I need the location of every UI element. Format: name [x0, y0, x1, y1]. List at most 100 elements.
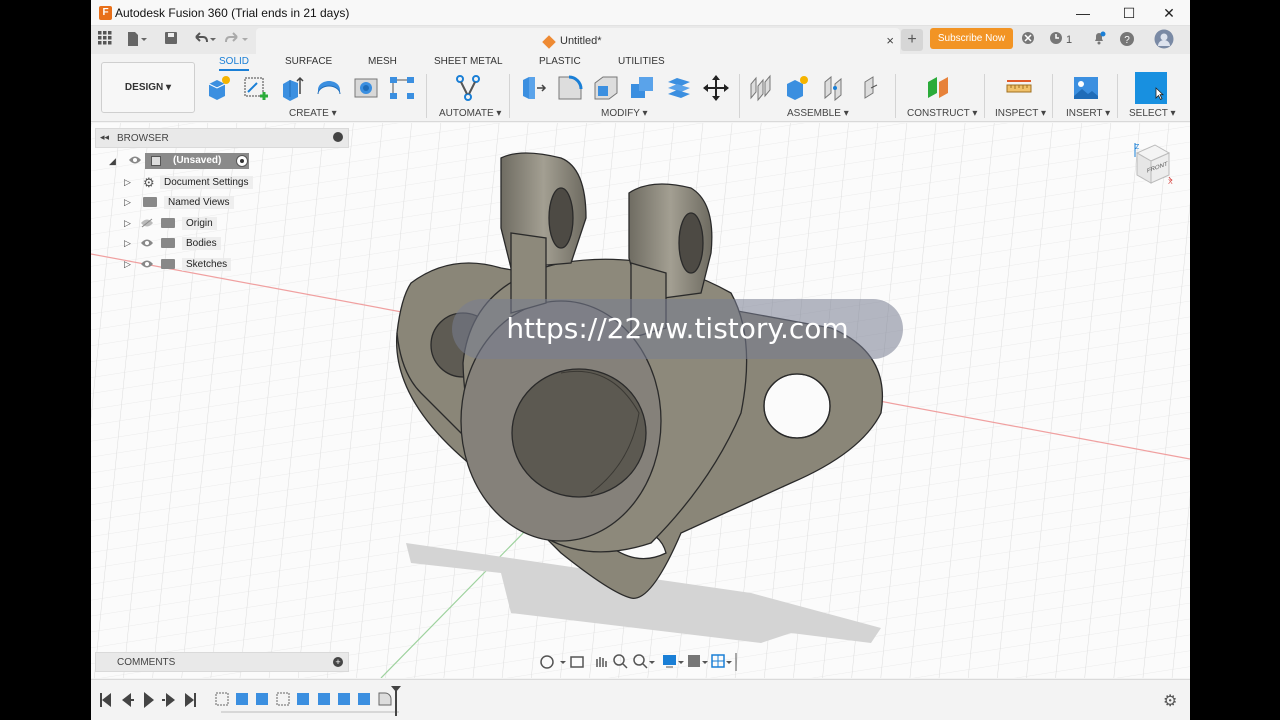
new-tab-button[interactable]: +	[901, 29, 923, 51]
file-menu-icon[interactable]	[125, 31, 149, 49]
grid-settings-icon	[711, 653, 737, 671]
activate-radio-icon[interactable]	[236, 155, 248, 167]
new-component-assemble-icon[interactable]	[784, 74, 812, 102]
browser-minimize-icon[interactable]	[333, 132, 343, 142]
separator	[895, 74, 896, 118]
gear-icon: ⚙	[143, 175, 155, 190]
as-built-joint-icon[interactable]	[821, 74, 849, 102]
construct-menu[interactable]: CONSTRUCT ▾	[907, 108, 977, 119]
subscribe-button[interactable]: Subscribe Now	[930, 28, 1013, 49]
visibility-eye-icon[interactable]	[128, 155, 142, 168]
viewcube[interactable]: Z FRONT X	[1131, 141, 1173, 189]
inspect-menu[interactable]: INSPECT ▾	[995, 108, 1046, 119]
insert-menu[interactable]: INSERT ▾	[1066, 108, 1110, 119]
browser-item-bodies[interactable]: ▷ Bodies	[124, 235, 224, 253]
browser-item-sketches[interactable]: ▷ Sketches	[124, 256, 234, 274]
comments-title: COMMENTS	[117, 657, 176, 668]
browser-root-row[interactable]: ◢ (Unsaved)	[109, 153, 249, 171]
insert-image-icon[interactable]	[1072, 74, 1100, 102]
app-grid-icon[interactable]	[97, 31, 113, 49]
tab-plastic[interactable]: PLASTIC	[539, 56, 581, 67]
window-title: Autodesk Fusion 360 (Trial ends in 21 da…	[115, 6, 350, 20]
notifications-icon[interactable]	[1091, 31, 1107, 49]
automate-menu[interactable]: AUTOMATE ▾	[439, 108, 501, 119]
offset-face-icon[interactable]	[665, 74, 693, 102]
timeline-feature-extrude-3	[297, 693, 309, 705]
fillet-icon[interactable]	[556, 74, 584, 102]
browser-item-origin[interactable]: ▷ Origin	[124, 215, 224, 233]
visibility-eye-icon[interactable]	[140, 238, 154, 251]
expand-triangle-icon[interactable]: ▷	[124, 177, 131, 188]
automate-icon[interactable]	[454, 74, 482, 102]
tab-sheet-metal[interactable]: SHEET METAL	[434, 56, 503, 67]
browser-panel-header[interactable]: ◂◂ BROWSER	[95, 128, 349, 148]
add-comment-icon[interactable]: +	[333, 657, 343, 667]
hole-icon[interactable]	[352, 74, 380, 102]
collapse-triangle-icon[interactable]: ◢	[109, 156, 116, 167]
expand-triangle-icon[interactable]: ▷	[124, 259, 131, 270]
tab-utilities[interactable]: UTILITIES	[618, 56, 665, 67]
timeline-feature-sketch-1	[215, 692, 229, 706]
extrude-icon[interactable]	[279, 74, 307, 102]
expand-triangle-icon[interactable]: ▷	[124, 197, 131, 208]
document-title: Untitled*	[560, 35, 602, 47]
document-tab[interactable]: Untitled* ×	[256, 28, 900, 54]
timeline-settings-gear-icon[interactable]: ⚙	[1163, 691, 1177, 711]
tab-mesh[interactable]: MESH	[368, 56, 397, 67]
expand-triangle-icon[interactable]: ▷	[124, 218, 131, 229]
timeline-feature-sketch-2	[276, 692, 290, 706]
close-window-button[interactable]: ✕	[1147, 0, 1190, 26]
comments-panel-header[interactable]: COMMENTS +	[95, 652, 349, 672]
watermark-overlay: https://22ww.tistory.com	[452, 299, 903, 359]
combine-icon[interactable]	[629, 74, 657, 102]
select-menu[interactable]: SELECT ▾	[1129, 108, 1176, 119]
undo-icon[interactable]	[191, 31, 217, 49]
browser-item-named-views[interactable]: ▷ Named Views	[124, 194, 234, 212]
redo-icon[interactable]	[223, 31, 249, 49]
collapse-panel-icon[interactable]: ◂◂	[100, 132, 109, 143]
user-avatar[interactable]	[1153, 29, 1175, 49]
workspace-switcher[interactable]: DESIGN ▾	[101, 62, 195, 113]
viewcube-x-label: X	[1168, 179, 1173, 186]
hidden-eye-icon[interactable]	[140, 218, 154, 231]
create-menu[interactable]: CREATE ▾	[289, 108, 337, 119]
browser-item-document-settings[interactable]: ▷ ⚙ Document Settings	[124, 174, 254, 192]
select-icon[interactable]	[1135, 72, 1167, 104]
modify-menu[interactable]: MODIFY ▾	[601, 108, 648, 119]
create-sketch-icon[interactable]	[242, 74, 270, 102]
browser-item-label: Named Views	[164, 196, 234, 209]
zoom-icon	[613, 654, 628, 669]
maximize-button[interactable]: ☐	[1107, 0, 1151, 26]
assemble-menu[interactable]: ASSEMBLE ▾	[787, 108, 849, 119]
timeline-feature-extrude-5	[338, 693, 350, 705]
revolve-icon[interactable]	[315, 74, 343, 102]
new-component-icon[interactable]	[206, 74, 234, 102]
rigid-group-icon[interactable]	[857, 74, 885, 102]
press-pull-icon[interactable]	[519, 74, 547, 102]
shell-icon[interactable]	[592, 74, 620, 102]
expand-triangle-icon[interactable]: ▷	[124, 238, 131, 249]
visual-style-icon	[688, 655, 708, 667]
job-status-icon[interactable]	[1049, 31, 1063, 49]
separator	[509, 74, 510, 118]
measure-icon[interactable]	[1005, 74, 1033, 102]
visibility-eye-icon[interactable]	[140, 259, 154, 272]
fusion-window: F Autodesk Fusion 360 (Trial ends in 21 …	[91, 0, 1190, 720]
separator	[1052, 74, 1053, 118]
close-tab-icon[interactable]: ×	[886, 33, 894, 48]
browser-title: BROWSER	[117, 133, 169, 144]
tab-solid[interactable]: SOLID	[219, 56, 250, 71]
offset-plane-icon[interactable]	[925, 74, 953, 102]
save-icon[interactable]	[163, 31, 179, 49]
timeline-feature-extrude-6	[358, 693, 370, 705]
pattern-icon[interactable]	[388, 74, 416, 102]
joint-icon[interactable]	[748, 74, 776, 102]
timeline-feature-extrude-4	[318, 693, 330, 705]
help-icon[interactable]: ?	[1119, 31, 1135, 49]
display-settings-icon	[663, 655, 684, 668]
3d-viewport[interactable]: Z FRONT X	[91, 123, 1190, 678]
tab-surface[interactable]: SURFACE	[285, 56, 332, 67]
offline-icon[interactable]	[1020, 31, 1036, 49]
minimize-button[interactable]: —	[1061, 0, 1105, 26]
move-copy-icon[interactable]	[702, 74, 730, 102]
